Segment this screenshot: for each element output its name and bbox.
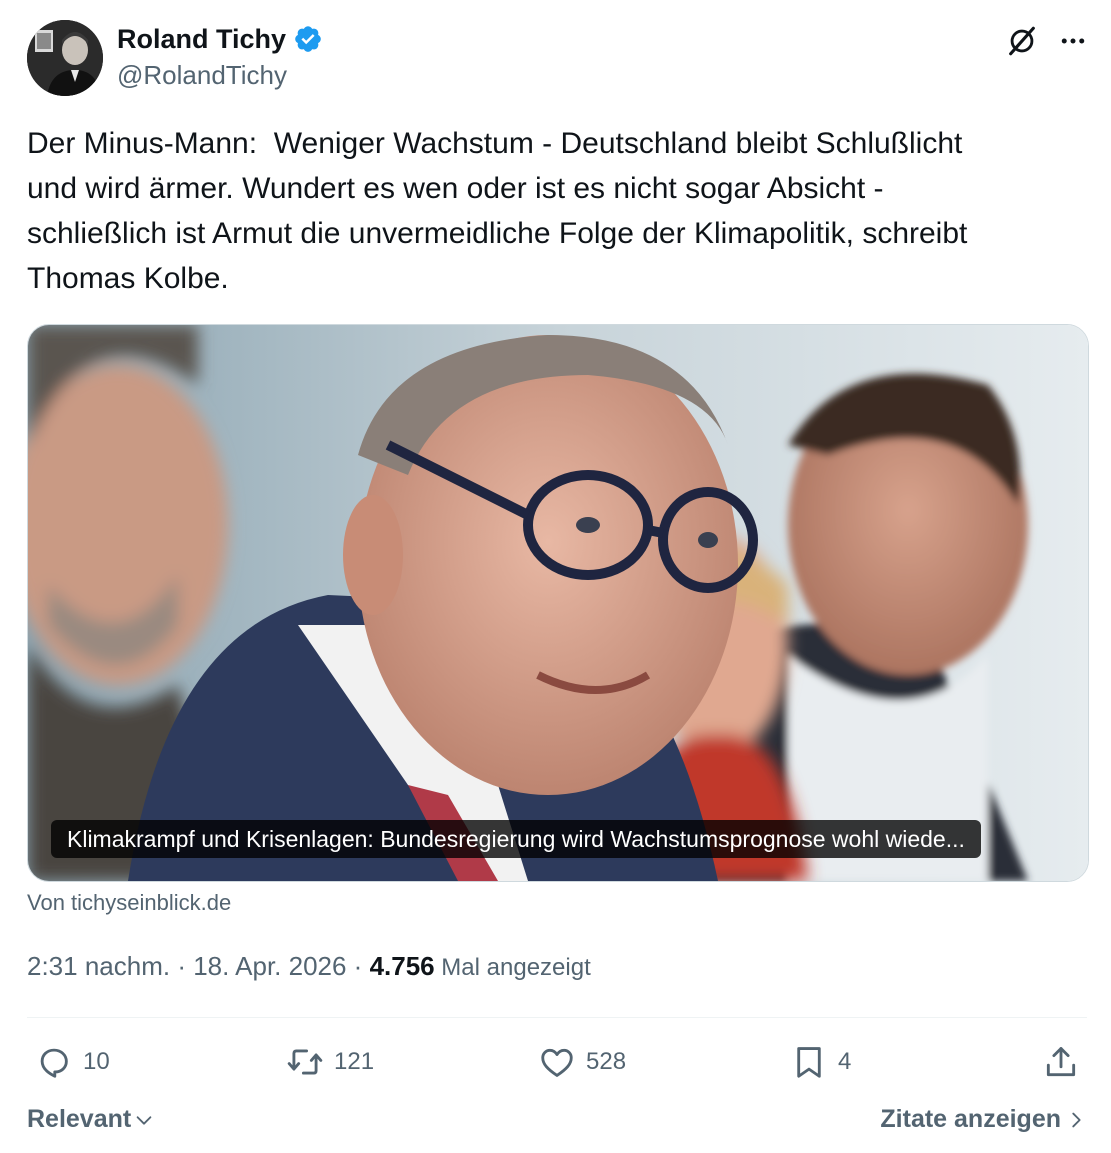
card-image — [28, 325, 1088, 881]
verified-badge-icon — [295, 26, 321, 52]
repost-button[interactable]: 121 — [286, 1040, 374, 1084]
views-label: Mal angezeigt — [434, 954, 591, 981]
author-name[interactable]: Roland Tichy — [117, 24, 286, 55]
like-count: 528 — [586, 1048, 627, 1075]
tweet-date[interactable]: 18. Apr. 2026 — [193, 951, 346, 982]
reply-button[interactable]: 10 — [35, 1040, 110, 1084]
repost-icon — [287, 1049, 323, 1075]
like-button[interactable]: 528 — [538, 1040, 626, 1084]
sort-dropdown[interactable]: Relevant — [27, 1105, 155, 1134]
repost-count: 121 — [334, 1048, 375, 1075]
reply-icon — [40, 1048, 68, 1078]
tweet: Roland Tichy @RolandTichy Der Minus-Mann… — [0, 0, 1111, 1153]
author-name-row[interactable]: Roland Tichy — [117, 20, 323, 58]
more-icon — [1061, 38, 1085, 44]
chevron-right-icon — [1072, 1112, 1081, 1127]
reply-count: 10 — [83, 1048, 110, 1075]
avatar[interactable] — [27, 20, 103, 96]
bookmark-icon — [797, 1047, 821, 1078]
quotes-label: Zitate anzeigen — [880, 1105, 1061, 1133]
meta-separator: · — [170, 951, 194, 981]
bookmark-count: 4 — [838, 1048, 852, 1075]
card-source-link[interactable]: Von tichyseinblick.de — [27, 890, 231, 916]
avatar-image — [27, 20, 103, 96]
tweet-meta: 2:31 nachm. · 18. Apr. 2026 · 4.756 Mal … — [27, 951, 591, 982]
heart-icon — [541, 1048, 573, 1077]
share-button[interactable] — [1042, 1040, 1080, 1084]
grok-icon — [1009, 26, 1035, 56]
meta-separator: · — [346, 951, 370, 981]
views-count: 4.756 — [369, 951, 435, 981]
bookmark-button[interactable]: 4 — [790, 1040, 851, 1084]
view-quotes-link[interactable]: Zitate anzeigen — [880, 1105, 1087, 1134]
sort-label: Relevant — [27, 1105, 132, 1133]
tweet-text: Der Minus-Mann: Weniger Wachstum - Deuts… — [27, 127, 968, 295]
chevron-down-icon — [136, 1115, 152, 1125]
grok-button[interactable] — [1003, 22, 1041, 60]
tweet-time[interactable]: 2:31 nachm. — [27, 951, 170, 982]
card-title: Klimakrampf und Krisenlagen: Bundesregie… — [51, 820, 981, 858]
divider — [27, 1017, 1087, 1018]
more-button[interactable] — [1054, 22, 1092, 60]
link-card[interactable]: Klimakrampf und Krisenlagen: Bundesregie… — [27, 324, 1089, 882]
share-icon — [1046, 1047, 1076, 1077]
author-handle[interactable]: @RolandTichy — [117, 60, 287, 91]
